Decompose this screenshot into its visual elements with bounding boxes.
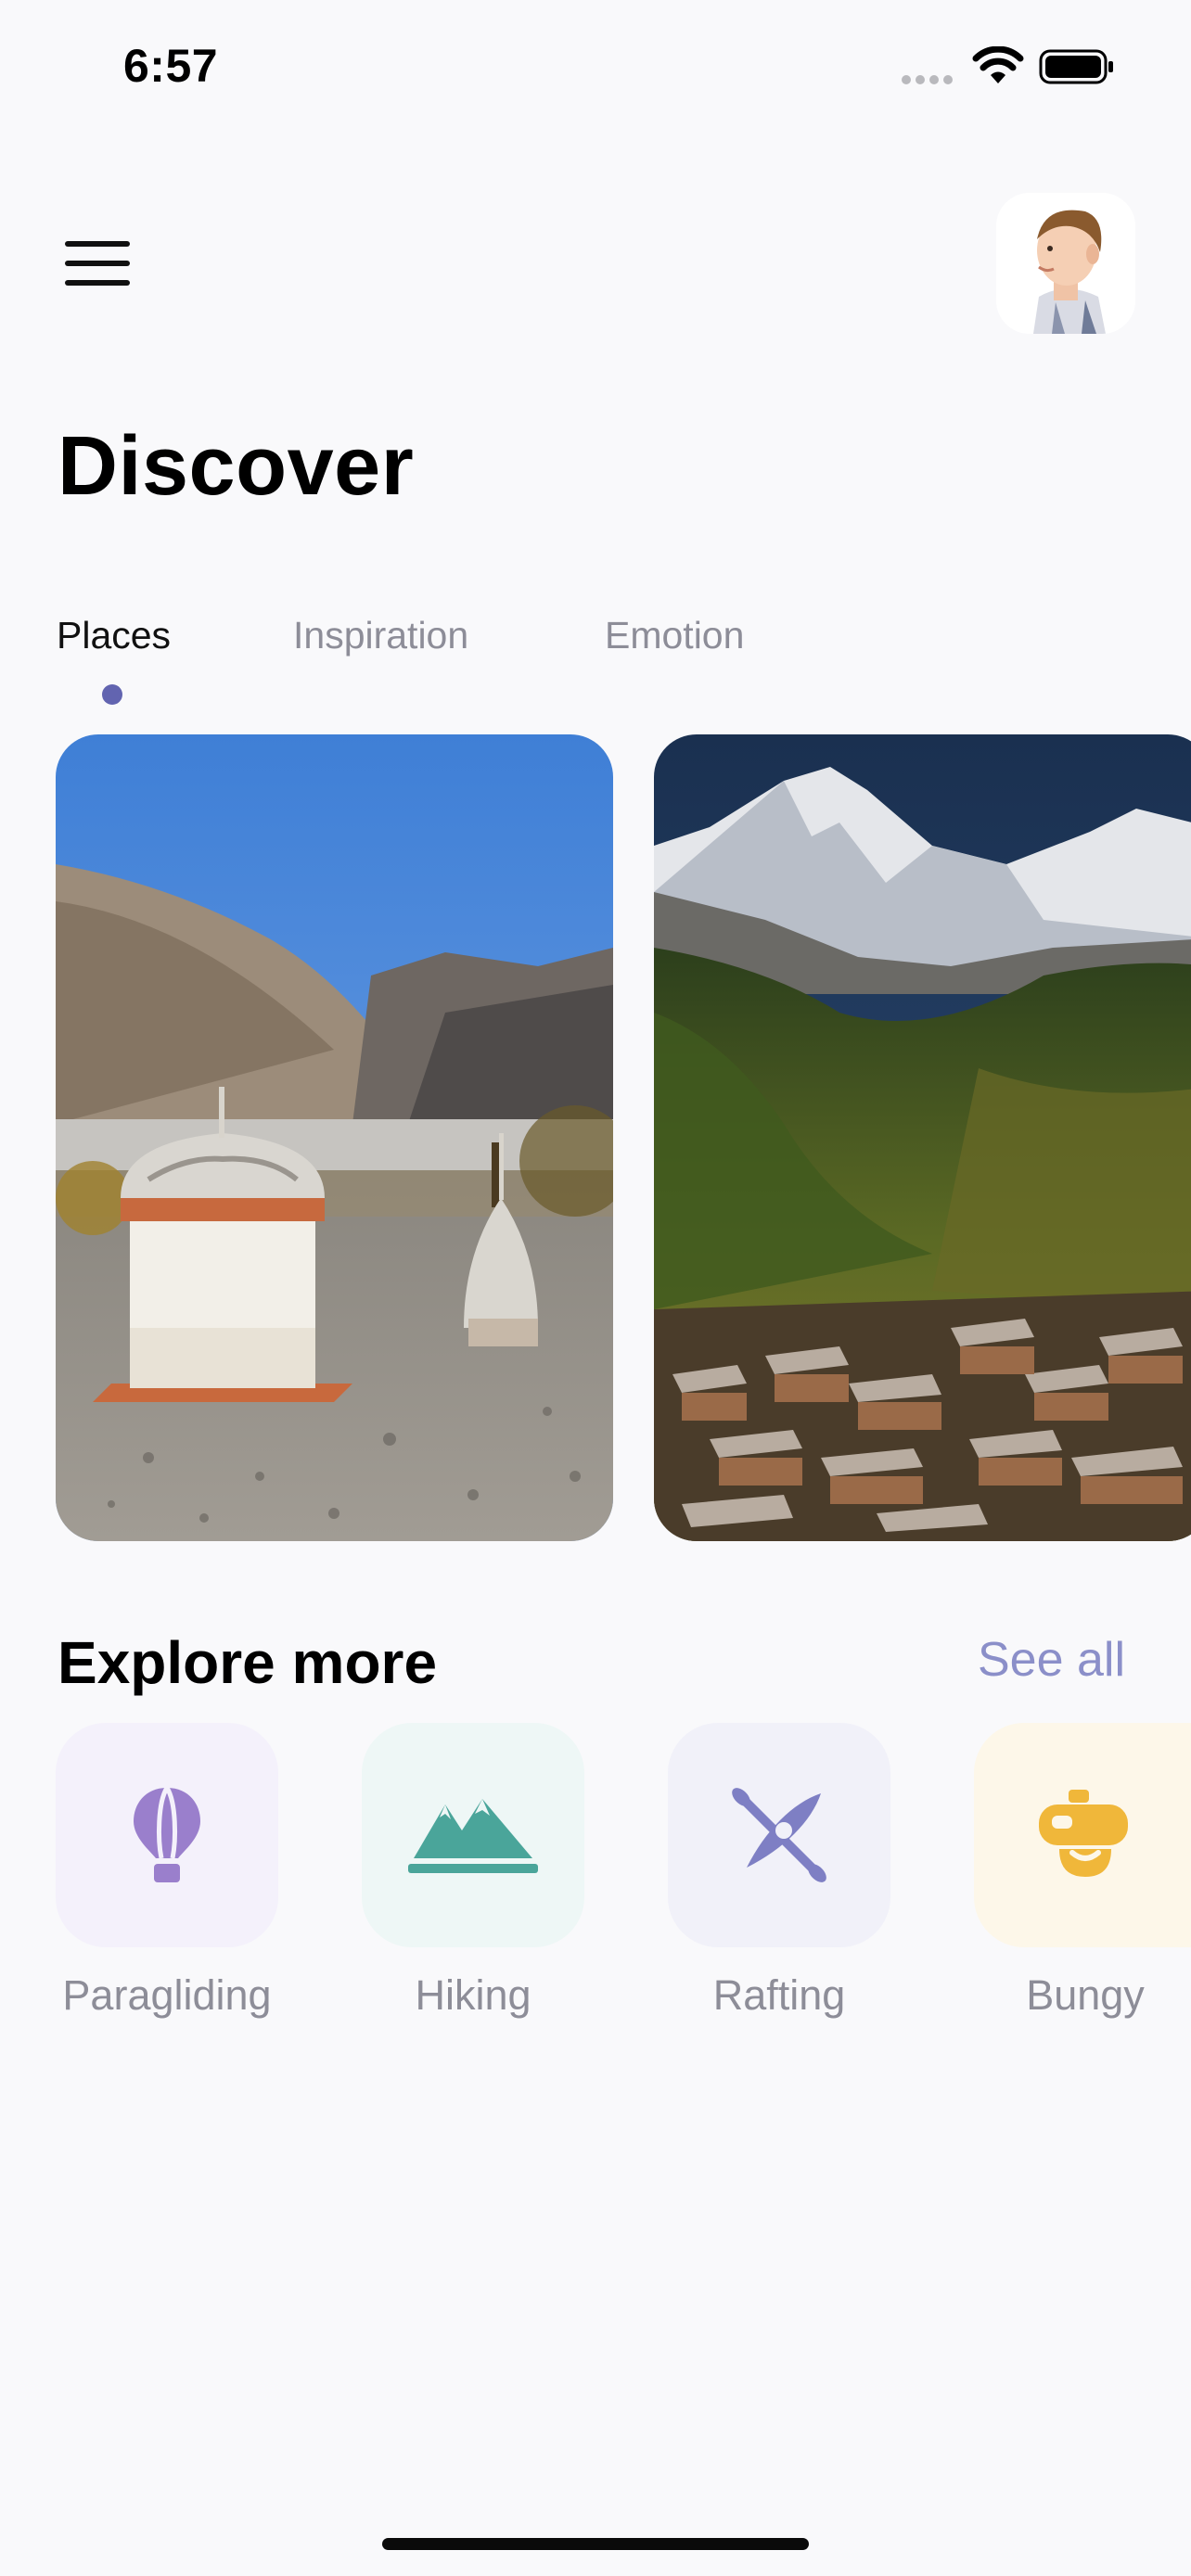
category-bungy[interactable] [974, 1723, 1191, 1947]
home-indicator[interactable] [382, 2538, 809, 2550]
place-card[interactable] [56, 734, 613, 1541]
menu-button[interactable] [65, 241, 130, 287]
page-title: Discover [58, 420, 415, 513]
category-rafting[interactable] [668, 1723, 890, 1947]
battery-icon [1039, 49, 1113, 84]
cellular-signal-icon [902, 72, 957, 89]
section-title: Explore more [58, 1629, 438, 1696]
place-card[interactable] [654, 734, 1191, 1541]
hot-air-balloon-icon [134, 1786, 200, 1882]
place-photo-mountain-village [654, 734, 1191, 1541]
hamburger-icon [65, 241, 130, 247]
category-paragliding[interactable] [56, 1723, 278, 1947]
see-all-link[interactable]: See all [978, 1632, 1125, 1688]
mountains-icon [408, 1799, 538, 1873]
bungy-icon [1039, 1790, 1128, 1877]
tab-places[interactable]: Places [57, 614, 171, 657]
tab-emotion[interactable]: Emotion [605, 614, 744, 657]
tab-inspiration[interactable]: Inspiration [293, 614, 468, 657]
category-hiking[interactable] [362, 1723, 584, 1947]
avatar[interactable] [996, 193, 1135, 334]
category-label: Rafting [712, 1971, 846, 2019]
active-tab-indicator [102, 684, 122, 705]
place-photo-stupa [56, 734, 613, 1541]
kayak-icon [732, 1788, 826, 1882]
wifi-icon [972, 46, 1024, 83]
category-label: Bungy [1026, 1971, 1145, 2019]
status-time: 6:57 [123, 40, 219, 92]
category-label: Hiking [415, 1971, 531, 2019]
category-label: Paragliding [62, 1971, 272, 2019]
